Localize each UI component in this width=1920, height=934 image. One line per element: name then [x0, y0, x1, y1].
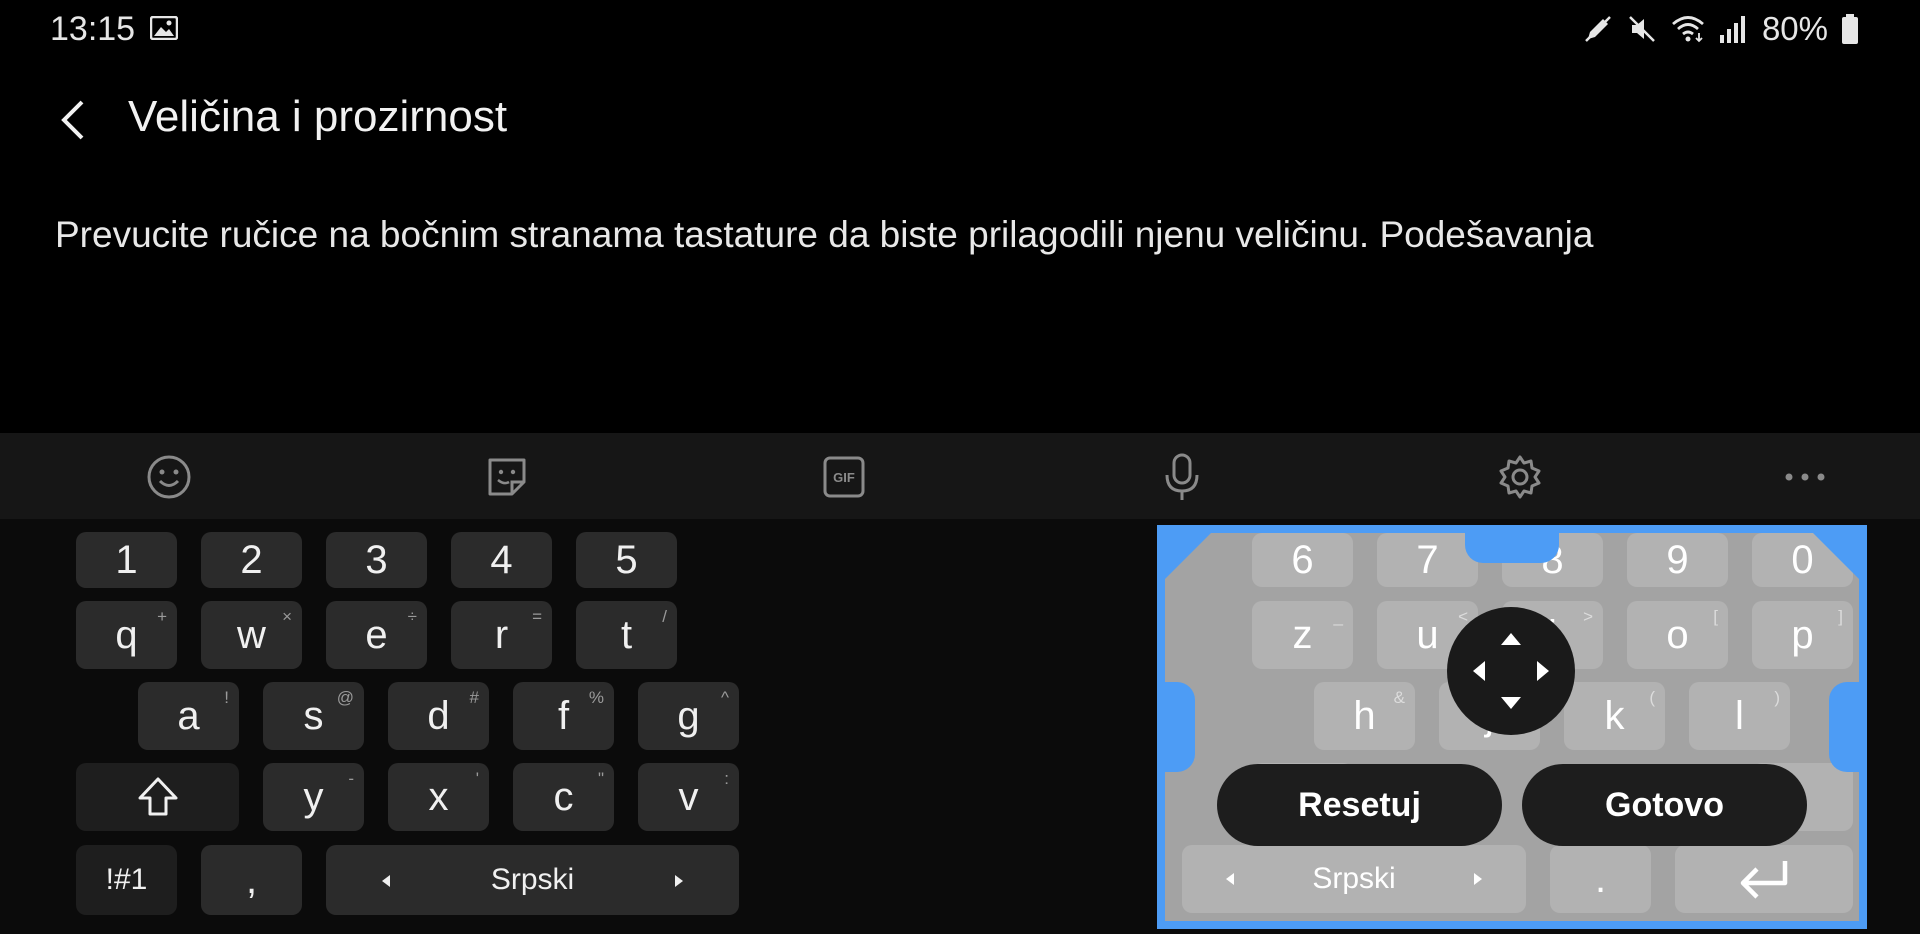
- key-d[interactable]: d #: [388, 682, 489, 750]
- emoji-button[interactable]: [143, 451, 195, 503]
- battery-percent: 80%: [1761, 10, 1828, 47]
- enter-key: [1675, 845, 1853, 913]
- key-z: z _: [1252, 601, 1353, 669]
- space-key[interactable]: Srpski: [326, 845, 739, 915]
- symbols-key[interactable]: !#1: [76, 845, 177, 915]
- status-icons: 80%: [1582, 8, 1860, 50]
- key-t[interactable]: t /: [576, 601, 677, 669]
- resize-handle-top[interactable]: [1465, 533, 1559, 563]
- space-key-preview: Srpski: [1182, 845, 1526, 913]
- arrow-left-small-icon: [382, 875, 390, 887]
- back-button[interactable]: [48, 92, 98, 148]
- status-time: 13:15: [50, 10, 136, 48]
- key-q[interactable]: q +: [76, 601, 177, 669]
- key-s[interactable]: s @: [263, 682, 364, 750]
- gif-icon: GIF: [823, 456, 865, 498]
- sticker-icon: [488, 458, 526, 496]
- more-button[interactable]: [1779, 451, 1831, 503]
- move-keyboard-handle[interactable]: [1447, 607, 1575, 735]
- done-button[interactable]: Gotovo: [1522, 764, 1807, 846]
- key-6: 6: [1252, 533, 1353, 587]
- key-k: k(: [1564, 682, 1665, 750]
- voice-input-button[interactable]: [1156, 451, 1208, 503]
- period-key: .: [1550, 845, 1651, 913]
- move-arrows-icon: [1473, 633, 1549, 709]
- shift-arrow-icon: [138, 777, 177, 816]
- description-text: Prevucite ručice na bočnim stranama tast…: [55, 214, 1594, 255]
- language-label: Srpski: [490, 863, 575, 896]
- gear-icon: [1499, 455, 1541, 499]
- key-5[interactable]: 5: [576, 532, 677, 588]
- key-9: 9: [1627, 533, 1728, 587]
- resize-handle-left[interactable]: [1165, 682, 1195, 772]
- keyboard-toolbar: GIF: [0, 433, 1920, 519]
- key-h: h &: [1314, 682, 1415, 750]
- language-label-preview: Srpski: [1312, 862, 1396, 895]
- gif-button[interactable]: GIF: [818, 451, 870, 503]
- emoji-icon: [147, 455, 191, 499]
- key-1[interactable]: 1: [76, 532, 177, 588]
- key-g[interactable]: g ^: [638, 682, 739, 750]
- key-w[interactable]: w ×: [201, 601, 302, 669]
- mute-icon: [1629, 16, 1655, 42]
- comma-key[interactable]: ,: [201, 845, 302, 915]
- chevron-left-icon: [61, 100, 84, 140]
- key-7: 7: [1377, 533, 1478, 587]
- more-icon: [1785, 473, 1825, 481]
- key-f[interactable]: f%: [513, 682, 614, 750]
- shift-key[interactable]: [76, 763, 239, 831]
- key-l: l): [1689, 682, 1790, 750]
- arrow-left-small-icon: [1226, 873, 1234, 885]
- arrow-right-small-icon: [675, 875, 683, 887]
- corner-handle-top-left: [1165, 533, 1211, 579]
- svg-text:GIF: GIF: [833, 470, 855, 485]
- settings-button[interactable]: [1494, 451, 1546, 503]
- image-icon: [150, 16, 178, 40]
- key-r[interactable]: r =: [451, 601, 552, 669]
- key-4[interactable]: 4: [451, 532, 552, 588]
- key-o: o[: [1627, 601, 1728, 669]
- reset-button[interactable]: Resetuj: [1217, 764, 1502, 846]
- microphone-icon: [1165, 453, 1199, 500]
- key-p: p]: [1752, 601, 1853, 669]
- key-x[interactable]: x ': [388, 763, 489, 831]
- arrow-right-small-icon: [1474, 873, 1482, 885]
- key-e[interactable]: e ÷: [326, 601, 427, 669]
- status-bar: 13:15 80%: [0, 0, 1920, 58]
- key-a[interactable]: a!: [138, 682, 239, 750]
- signal-icon: [1719, 16, 1745, 43]
- corner-handle-top-right: [1813, 533, 1859, 579]
- pen-icon: [1585, 16, 1611, 42]
- battery-icon: [1842, 14, 1858, 44]
- key-c[interactable]: c ": [513, 763, 614, 831]
- resize-handle-right[interactable]: [1829, 682, 1859, 772]
- key-y[interactable]: y-: [263, 763, 364, 831]
- sticker-button[interactable]: [481, 451, 533, 503]
- enter-arrow-icon: [1740, 861, 1788, 899]
- key-v[interactable]: v:: [638, 763, 739, 831]
- key-3[interactable]: 3: [326, 532, 427, 588]
- page-title: Veličina i prozirnost: [128, 92, 508, 141]
- key-2[interactable]: 2: [201, 532, 302, 588]
- wifi-icon: [1672, 16, 1704, 43]
